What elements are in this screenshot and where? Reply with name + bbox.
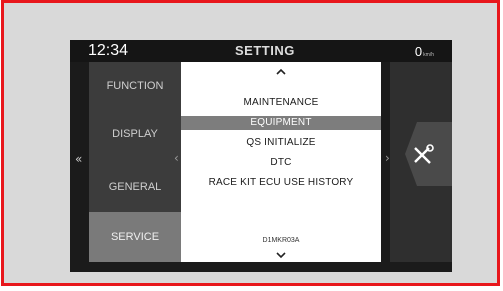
chevron-left-icon[interactable]: ‹	[174, 151, 179, 165]
category-general[interactable]: GENERAL	[89, 173, 181, 201]
category-display[interactable]: DISPLAY	[89, 124, 181, 144]
back-arrow-icon[interactable]: «	[75, 152, 82, 166]
category-panel: FUNCTION DISPLAY GENERAL SERVICE	[89, 62, 181, 262]
category-service[interactable]: SERVICE	[89, 212, 181, 262]
display-device: 12:34 SETTING 0km/h « FUNCTION DISPLAY G…	[70, 40, 452, 272]
chevron-down-icon[interactable]	[181, 250, 381, 260]
software-code: D1MKR03A	[262, 237, 300, 244]
clock: 12:34	[88, 42, 129, 59]
menu-item-race-kit-ecu-use-history[interactable]: RACE KIT ECU USE HISTORY	[181, 176, 381, 190]
settings-menu: MAINTENANCE EQUIPMENT QS INITIALIZE DTC …	[181, 62, 381, 262]
menu-item-qs-initialize[interactable]: QS INITIALIZE	[181, 136, 381, 150]
chevron-up-icon[interactable]	[181, 66, 381, 76]
speed-value: 0	[414, 44, 423, 59]
menu-item-equipment[interactable]: EQUIPMENT	[181, 116, 381, 130]
tools-icon	[414, 144, 434, 164]
speed-readout: 0km/h	[415, 44, 434, 59]
category-function[interactable]: FUNCTION	[89, 76, 181, 96]
status-bar: 12:34 SETTING 0km/h	[70, 40, 452, 62]
speed-unit: km/h	[423, 52, 434, 58]
screenshot-frame: 12:34 SETTING 0km/h « FUNCTION DISPLAY G…	[1, 0, 500, 286]
menu-item-dtc[interactable]: DTC	[181, 156, 381, 170]
screen-title: SETTING	[235, 43, 295, 58]
menu-item-maintenance[interactable]: MAINTENANCE	[181, 96, 381, 110]
